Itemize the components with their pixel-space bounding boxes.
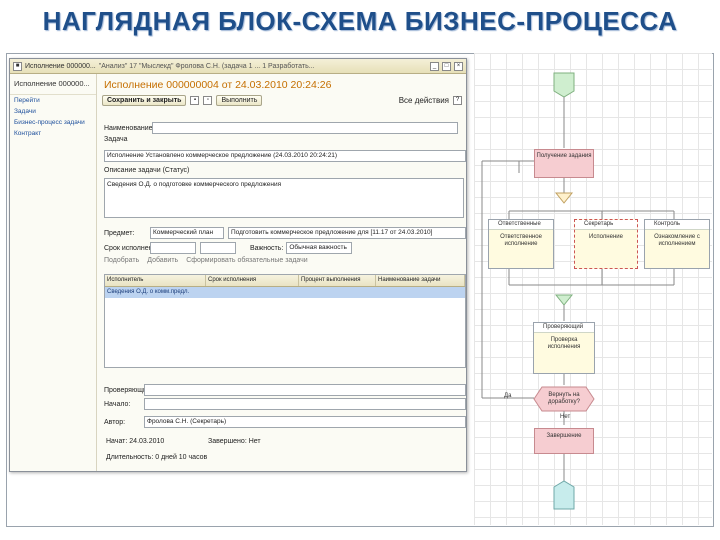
name-field[interactable] — [152, 122, 458, 134]
sidebar-header: Исполнение 000000... — [10, 74, 96, 95]
author-row: Автор: Фролова С.Н. (Секретарь) — [104, 416, 466, 428]
all-actions-menu[interactable]: Все действия — [399, 96, 449, 105]
started-text: Начат: 24.03.2010 — [106, 438, 165, 445]
print-icon[interactable]: ▫ — [203, 96, 213, 105]
row-cell-executor: Сведения О.Д. о комм.предл. — [107, 289, 190, 295]
reviewer-row: Проверяющий: — [104, 384, 466, 396]
close-icon[interactable]: × — [454, 61, 463, 71]
subtab-generate[interactable]: Сформировать обязательные задачи — [186, 257, 308, 264]
term-field[interactable] — [150, 242, 196, 254]
merge-shape — [554, 294, 574, 306]
subtab-pick[interactable]: Подобрать — [104, 257, 139, 264]
subtabs: Подобрать Добавить Сформировать обязател… — [104, 257, 308, 264]
split-shape — [554, 192, 574, 204]
subject-extra-field[interactable]: Подготовить коммерческое предложение для… — [228, 227, 466, 239]
sidebar: Исполнение 000000... Перейти Задачи Бизн… — [10, 74, 97, 471]
sidebar-item-goto[interactable]: Перейти — [10, 95, 96, 106]
table-row[interactable]: Сведения О.Д. о комм.предл. — [105, 287, 465, 298]
col-executor[interactable]: Исполнитель — [105, 275, 206, 286]
reviewer-field[interactable] — [144, 384, 466, 396]
sidebar-item-contract[interactable]: Контракт — [10, 128, 96, 139]
duration-text: Длительность: 0 дней 10 часов — [106, 454, 208, 461]
end-shape — [553, 480, 575, 510]
yes-label: Да — [504, 393, 512, 399]
document-area: Исполнение 000000004 от 24.03.2010 20:24… — [98, 74, 466, 471]
name-label: Наименование — [104, 124, 153, 132]
term-time-field[interactable] — [200, 242, 236, 254]
col-taskname[interactable]: Наименование задачи — [376, 275, 465, 286]
name-row: Наименование — [104, 122, 458, 134]
col-term[interactable]: Срок исполнения — [206, 275, 299, 286]
node-check: Проверяющий Проверка исполнения — [533, 322, 595, 374]
completed-text: Завершено: Нет — [208, 438, 261, 445]
deadline-label: Начало: — [104, 400, 131, 408]
node-control: Контроль Ознакомление с исполнением — [644, 219, 710, 269]
deadline-row: Начало: — [104, 398, 466, 410]
term-row: Срок исполнения: Важность: Обычная важно… — [104, 242, 353, 254]
no-label: Нет — [560, 414, 571, 420]
flowchart-connectors — [481, 72, 675, 510]
subtasks-table: Исполнитель Срок исполнения Процент выпо… — [104, 274, 466, 368]
node-receive-task: Получение задания — [534, 149, 594, 178]
save-close-button[interactable]: Сохранить и закрыть — [102, 95, 187, 106]
task-label-row: Задача — [104, 136, 128, 143]
term-label: Срок исполнения: — [104, 244, 163, 252]
node-complete: Завершение — [534, 428, 594, 454]
minimize-icon[interactable]: _ — [430, 61, 439, 71]
document-toolbar: Сохранить и закрыть ▪ ▫ Выполнить Все де… — [98, 93, 466, 108]
description-textarea[interactable]: Сведения О.Д. о подготовке коммерческого… — [104, 178, 464, 218]
table-header: Исполнитель Срок исполнения Процент выпо… — [105, 275, 465, 287]
sidebar-item-process[interactable]: Бизнес-процесс задачи — [10, 117, 96, 128]
description-label-row: Описание задачи (Статус) — [104, 167, 189, 174]
task-field[interactable]: Исполнение Установлено коммерческое пред… — [104, 150, 466, 162]
importance-select[interactable]: Обычная важность — [286, 242, 353, 254]
node-secretary: Секретарь Исполнение — [574, 219, 638, 269]
subject-field[interactable]: Коммерческий план — [150, 227, 224, 239]
slide-title: НАГЛЯДНАЯ БЛОК-СХЕМА БИЗНЕС-ПРОЦЕССА — [42, 6, 678, 36]
subject-row: Предмет: Коммерческий план Подготовить к… — [104, 227, 466, 239]
document-title: Исполнение 000000004 от 24.03.2010 20:24… — [104, 79, 332, 91]
subject-label: Предмет: — [104, 229, 135, 237]
start-shape — [553, 72, 575, 98]
task-row: Исполнение Установлено коммерческое пред… — [104, 150, 466, 162]
author-field[interactable]: Фролова С.Н. (Секретарь) — [144, 416, 466, 428]
window-titlebar: ■ Исполнение 000000... "Анализ" 17 "Мысл… — [10, 59, 466, 74]
node-responsible: Ответственные Ответственное исполнение — [488, 219, 554, 269]
decision-label: Вернуть на доработку? — [548, 392, 580, 405]
help-icon[interactable]: ? — [453, 96, 462, 105]
subtab-add[interactable]: Добавить — [147, 257, 178, 264]
sidebar-item-tasks[interactable]: Задачи — [10, 106, 96, 117]
reviewer-label: Проверяющий: — [104, 386, 153, 394]
execute-button[interactable]: Выполнить — [216, 95, 263, 106]
app-icon: ■ — [13, 61, 22, 71]
col-percent[interactable]: Процент выполнения — [299, 275, 376, 286]
task-label: Задача — [104, 136, 128, 143]
author-label: Автор: — [104, 418, 126, 426]
description-label: Описание задачи (Статус) — [104, 167, 190, 174]
importance-label: Важность: — [250, 244, 284, 252]
window-title-left: Исполнение 000000... — [25, 62, 96, 70]
maximize-icon[interactable]: □ — [442, 61, 451, 71]
window-title-path: "Анализ" 17 "Мыслекд" Фролова С.Н. (зада… — [98, 62, 315, 70]
task-window: ■ Исполнение 000000... "Анализ" 17 "Мысл… — [9, 58, 467, 472]
deadline-field[interactable] — [144, 398, 466, 410]
save-icon[interactable]: ▪ — [190, 96, 200, 105]
